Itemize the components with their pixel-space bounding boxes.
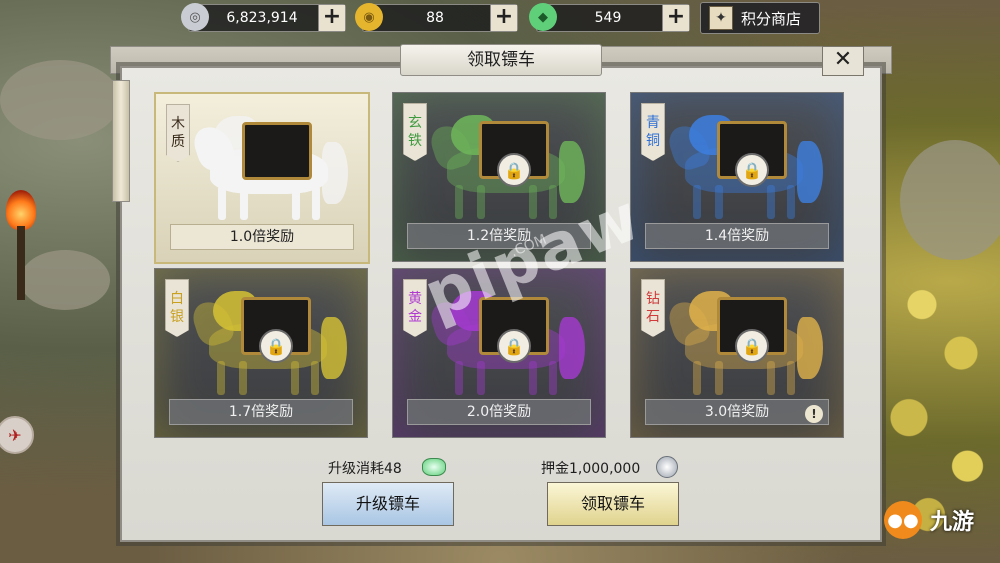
cart-grade-label: 青铜 (641, 103, 665, 161)
add-gold-button[interactable]: + (490, 5, 517, 31)
cart-horse-image: 🔒 (189, 287, 347, 397)
reward-multiplier-label: 2.0倍奖励 (407, 399, 591, 425)
cart-horse-image: 🔒 (665, 111, 823, 221)
cart-grade-label: 玄铁 (403, 103, 427, 161)
reward-multiplier-label: 1.0倍奖励 (170, 224, 354, 250)
cart-card[interactable]: 青铜 🔒 1.4倍奖励 (630, 92, 844, 262)
cart-grade-label: 白银 (165, 279, 189, 337)
cart-card[interactable]: 白银 🔒 1.7倍奖励 (154, 268, 368, 438)
cart-card[interactable]: 钻石 🔒 3.0倍奖励! (630, 268, 844, 438)
deposit-text: 押金1,000,000 (541, 461, 641, 477)
lock-icon: 🔒 (497, 329, 531, 363)
jade-ingot-icon (422, 458, 446, 476)
lock-icon: 🔒 (735, 329, 769, 363)
upgrade-cost-text: 升级消耗48 (328, 461, 402, 477)
add-silver-button[interactable]: + (318, 5, 345, 31)
points-shop-button[interactable]: ✦ 积分商店 (700, 2, 820, 34)
silver-resource: ◎ 6,823,914 + (181, 3, 346, 32)
jade-ingot-icon: ◆ (529, 3, 557, 31)
silver-coin-icon (656, 456, 678, 478)
silver-coin-icon: ◎ (181, 3, 209, 31)
cart-grade-label: 木质 (166, 104, 190, 162)
lock-icon: 🔒 (259, 329, 293, 363)
jiuyou-logo-icon: ●● (884, 501, 922, 539)
reward-multiplier-label: 1.7倍奖励 (169, 399, 353, 425)
info-icon[interactable]: ! (805, 405, 823, 423)
jade-resource: ◆ 549 + (529, 3, 690, 32)
gold-coin-icon: ◉ (355, 3, 383, 31)
dialog-title: 领取镖车 (400, 44, 602, 76)
cart-horse-image (190, 112, 348, 222)
cart-grade-label: 钻石 (641, 279, 665, 337)
side-emblem-icon[interactable]: ✈ (0, 416, 34, 454)
cart-horse-image: 🔒 (665, 287, 823, 397)
reward-multiplier-label: 1.4倍奖励 (645, 223, 829, 249)
lock-icon: 🔒 (735, 153, 769, 187)
gold-resource: ◉ 88 + (355, 3, 518, 32)
silver-amount: 6,823,914 (226, 10, 298, 26)
add-jade-button[interactable]: + (662, 5, 689, 31)
rock-decoration (0, 60, 120, 140)
gold-amount: 88 (426, 10, 444, 26)
shop-icon: ✦ (709, 6, 733, 30)
reward-multiplier-label: 3.0倍奖励 (645, 399, 829, 425)
cart-card[interactable]: 木质 1.0倍奖励 (154, 92, 370, 264)
scroll-decoration (112, 80, 130, 202)
lock-icon: 🔒 (497, 153, 531, 187)
jiuyou-brand-text: 九游 (930, 510, 975, 535)
torch-decoration (6, 190, 36, 300)
points-shop-label: 积分商店 (741, 9, 802, 28)
jiuyou-brand: ●● 九游 (884, 498, 1000, 542)
claim-cart-button[interactable]: 领取镖车 (547, 482, 679, 526)
cart-horse-image: 🔒 (427, 111, 585, 221)
close-button[interactable]: ✕ (822, 46, 864, 76)
upgrade-cart-button[interactable]: 升级镖车 (322, 482, 454, 526)
jade-amount: 549 (594, 10, 622, 26)
